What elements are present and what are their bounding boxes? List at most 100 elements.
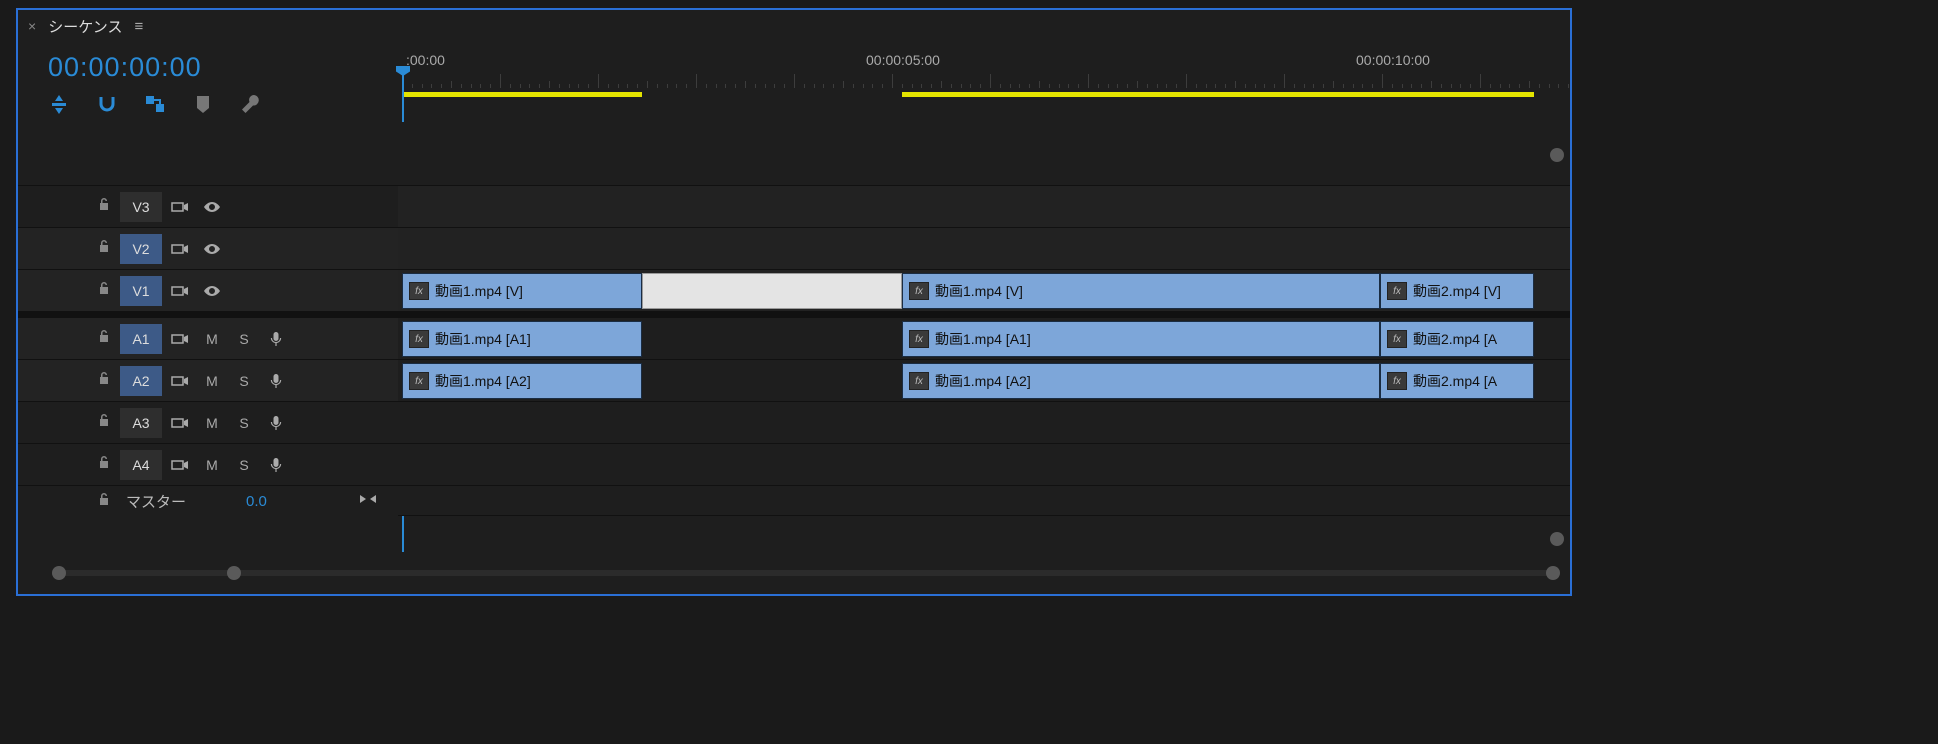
fx-badge[interactable]: fx (409, 372, 429, 390)
source-patch-icon[interactable] (166, 416, 194, 430)
clip-name: 動画2.mp4 [V] (1413, 281, 1501, 301)
track-header-a2[interactable]: A2 M S (18, 360, 398, 402)
master-label: マスター (126, 491, 186, 512)
track-label[interactable]: V2 (120, 234, 162, 264)
track-lane-v3[interactable] (398, 186, 1570, 228)
clip[interactable]: fx 動画1.mp4 [V] (402, 273, 642, 309)
mute-button[interactable]: M (198, 331, 226, 347)
track-lane-spacer (398, 122, 1570, 186)
clip[interactable]: fx 動画2.mp4 [A (1380, 321, 1534, 357)
eye-icon[interactable] (198, 200, 226, 214)
master-value[interactable]: 0.0 (246, 493, 267, 510)
track-label[interactable]: A4 (120, 450, 162, 480)
settings-wrench-icon[interactable] (240, 93, 262, 115)
source-patch-icon[interactable] (166, 332, 194, 346)
clip[interactable]: fx 動画2.mp4 [V] (1380, 273, 1534, 309)
lock-icon[interactable] (92, 371, 116, 390)
ruler-label: :00:00 (406, 52, 445, 68)
track-lane-a2[interactable]: fx動画1.mp4 [A2]fx動画1.mp4 [A2]fx動画2.mp4 [A (398, 360, 1570, 402)
solo-button[interactable]: S (230, 415, 258, 431)
track-lane-v2[interactable] (398, 228, 1570, 270)
fx-badge[interactable]: fx (1387, 282, 1407, 300)
panel-menu-icon[interactable]: ≡ (134, 18, 143, 35)
track-label[interactable]: V1 (120, 276, 162, 306)
fx-badge[interactable]: fx (1387, 372, 1407, 390)
solo-button[interactable]: S (230, 457, 258, 473)
track-lane-a1[interactable]: fx動画1.mp4 [A1]fx動画1.mp4 [A1]fx動画2.mp4 [A (398, 318, 1570, 360)
close-tab-icon[interactable]: × (28, 18, 36, 34)
track-lane-a3[interactable] (398, 402, 1570, 444)
clip[interactable]: fx動画2.mp4 [A (1380, 363, 1534, 399)
lock-icon[interactable] (92, 492, 116, 510)
track-lane-master[interactable] (398, 486, 1570, 516)
linked-selection-icon[interactable] (144, 93, 166, 115)
marker-icon[interactable] (192, 93, 214, 115)
time-ruler[interactable]: :00:00 00:00:05:00 00:00:10:00 (398, 42, 1570, 122)
mute-button[interactable]: M (198, 373, 226, 389)
solo-button[interactable]: S (230, 331, 258, 347)
ruler-label: 00:00:10:00 (1356, 52, 1430, 68)
clip[interactable]: fx 動画1.mp4 [A2] (402, 363, 642, 399)
lock-icon[interactable] (92, 197, 116, 216)
track-header-a1[interactable]: A1 M S (18, 318, 398, 360)
lock-icon[interactable] (92, 329, 116, 348)
clip-name: 動画1.mp4 [A1] (935, 329, 1031, 349)
clip-name: 動画1.mp4 [V] (435, 281, 523, 301)
snap-icon[interactable] (96, 93, 118, 115)
track-header-v3[interactable]: V3 (18, 186, 398, 228)
track-header-v2[interactable]: V2 (18, 228, 398, 270)
track-lane-v1[interactable]: fx動画1.mp4 [V]fx動画1.mp4 [V]fx動画2.mp4 [V] (398, 270, 1570, 312)
source-patch-icon[interactable] (166, 374, 194, 388)
clip[interactable]: fx動画1.mp4 [A2] (902, 363, 1380, 399)
solo-button[interactable]: S (230, 373, 258, 389)
voice-record-icon[interactable] (262, 457, 290, 473)
track-area[interactable]: fx動画1.mp4 [V]fx動画1.mp4 [V]fx動画2.mp4 [V] … (398, 122, 1570, 516)
work-area-bar[interactable] (402, 92, 642, 97)
clip[interactable] (642, 273, 902, 309)
source-patch-icon[interactable] (166, 242, 194, 256)
fx-badge[interactable]: fx (1387, 330, 1407, 348)
eye-icon[interactable] (198, 284, 226, 298)
track-header-a4[interactable]: A4 M S (18, 444, 398, 486)
tab-bar: × シーケンス ≡ (18, 10, 1570, 42)
current-timecode[interactable]: 00:00:00:00 (48, 52, 398, 83)
lock-icon[interactable] (92, 455, 116, 474)
fx-badge[interactable]: fx (909, 282, 929, 300)
clip-name: 動画2.mp4 [A (1413, 329, 1497, 349)
track-label[interactable]: A3 (120, 408, 162, 438)
fx-badge[interactable]: fx (909, 372, 929, 390)
fx-badge[interactable]: fx (909, 330, 929, 348)
track-label[interactable]: A2 (120, 366, 162, 396)
fx-badge[interactable]: fx (409, 282, 429, 300)
source-patch-icon[interactable] (166, 200, 194, 214)
lock-icon[interactable] (92, 281, 116, 300)
timeline-header-left: 00:00:00:00 (18, 42, 398, 122)
vertical-scrollbar[interactable] (1550, 148, 1564, 546)
lock-icon[interactable] (92, 239, 116, 258)
eye-icon[interactable] (198, 242, 226, 256)
tab-title[interactable]: シーケンス (48, 16, 122, 37)
clip[interactable]: fx動画1.mp4 [A1] (402, 321, 642, 357)
output-icon[interactable] (358, 492, 378, 510)
track-header-a3[interactable]: A3 M S (18, 402, 398, 444)
voice-record-icon[interactable] (262, 415, 290, 431)
voice-record-icon[interactable] (262, 331, 290, 347)
track-label[interactable]: V3 (120, 192, 162, 222)
mute-button[interactable]: M (198, 415, 226, 431)
clip[interactable]: fx動画1.mp4 [V] (902, 273, 1380, 309)
horizontal-zoom-scrollbar[interactable] (32, 566, 1560, 580)
master-track-header[interactable]: マスター 0.0 (18, 486, 398, 516)
source-patch-icon[interactable] (166, 284, 194, 298)
fx-badge[interactable]: fx (409, 330, 429, 348)
track-lane-a4[interactable] (398, 444, 1570, 486)
mute-button[interactable]: M (198, 457, 226, 473)
source-patch-icon[interactable] (166, 458, 194, 472)
clip[interactable]: fx 動画1.mp4 [A1] (902, 321, 1380, 357)
lock-icon[interactable] (92, 413, 116, 432)
track-label[interactable]: A1 (120, 324, 162, 354)
insert-mode-icon[interactable] (48, 93, 70, 115)
track-header-v1[interactable]: V1 (18, 270, 398, 312)
voice-record-icon[interactable] (262, 373, 290, 389)
clip-name: 動画1.mp4 [A2] (435, 371, 531, 391)
work-area-bar[interactable] (902, 92, 1534, 97)
